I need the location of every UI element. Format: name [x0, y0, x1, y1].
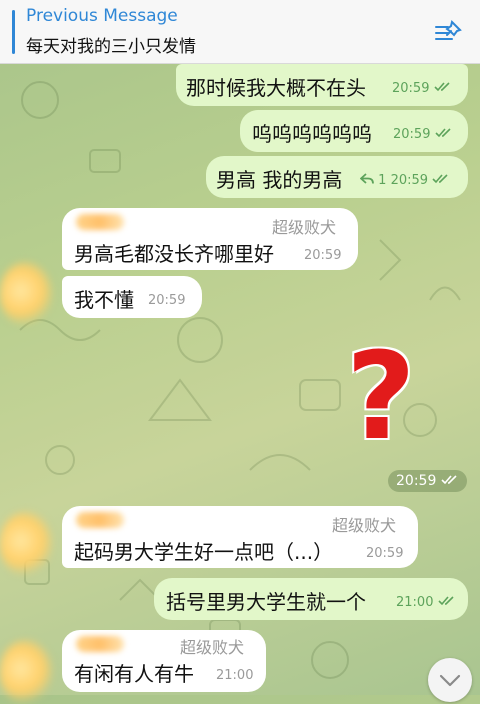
- pinned-text: 每天对我的三小只发情: [26, 37, 196, 57]
- sender-tag: 超级败犬: [332, 516, 397, 535]
- message-text: 呜呜呜呜呜呜: [252, 122, 372, 146]
- message-bubble-outgoing[interactable]: 括号里男大学生就一个 21:00: [154, 578, 468, 620]
- message-time: 21:00: [396, 595, 434, 610]
- message-text: 我不懂: [74, 288, 134, 312]
- message-meta: 1 20:59: [360, 173, 450, 188]
- chevron-down-icon: [439, 674, 461, 687]
- message-time: 20:59: [396, 473, 437, 489]
- message-meta: 20:59: [392, 81, 452, 96]
- message-text: 起码男大学生好一点吧（...）: [74, 540, 334, 564]
- message-time: 21:00: [216, 668, 254, 683]
- message-bubble-outgoing[interactable]: 那时候我大概不在头 20:59: [176, 64, 468, 106]
- double-check-icon: [441, 475, 457, 485]
- sticker-message[interactable]: ?: [340, 328, 426, 470]
- sender-tag: 超级败犬: [180, 638, 245, 657]
- sticker-time-chip: 20:59: [388, 470, 467, 492]
- sticker-question-mark: ?: [346, 328, 416, 467]
- avatar[interactable]: [0, 512, 52, 576]
- sender-tag: 超级败犬: [272, 218, 337, 237]
- double-check-icon: [434, 82, 450, 92]
- message-meta: 20:59: [393, 127, 453, 142]
- double-check-icon: [435, 128, 451, 138]
- message-text: 男高毛都没长齐哪里好: [74, 242, 274, 266]
- sender-name-blurred: [76, 512, 124, 528]
- message-bubble-incoming[interactable]: 超级败犬 男高毛都没长齐哪里好 20:59: [62, 208, 358, 270]
- message-bubble-incoming[interactable]: 超级败犬 起码男大学生好一点吧（...） 20:59: [62, 506, 418, 568]
- message-time: 20:59: [304, 248, 342, 263]
- message-time: 20:59: [366, 546, 404, 561]
- avatar[interactable]: [0, 640, 52, 704]
- message-time: 20:59: [148, 293, 186, 308]
- pinned-message-bar[interactable]: Previous Message 每天对我的三小只发情: [0, 0, 480, 64]
- message-bubble-incoming[interactable]: 我不懂 20:59: [62, 276, 202, 318]
- message-text: 那时候我大概不在头: [186, 76, 366, 100]
- message-time: 20:59: [393, 127, 431, 142]
- message-text: 有闲有人有牛: [74, 662, 194, 686]
- reply-count: 1: [378, 173, 387, 188]
- double-check-icon: [432, 174, 448, 184]
- pinned-title: Previous Message: [26, 6, 178, 26]
- sender-name-blurred: [76, 214, 124, 230]
- message-meta: 21:00: [396, 595, 456, 610]
- message-bubble-outgoing[interactable]: 呜呜呜呜呜呜 20:59: [240, 110, 468, 152]
- pinned-accent-bar: [12, 10, 15, 54]
- scroll-down-button[interactable]: [428, 658, 472, 702]
- message-time: 20:59: [392, 81, 430, 96]
- sender-name-blurred: [76, 636, 124, 652]
- avatar[interactable]: [0, 262, 52, 326]
- reply-arrow-icon[interactable]: [360, 173, 374, 184]
- double-check-icon: [438, 596, 454, 606]
- pin-list-icon[interactable]: [434, 18, 464, 46]
- message-text: 男高 我的男高: [216, 168, 343, 192]
- message-bubble-outgoing[interactable]: 男高 我的男高 1 20:59: [206, 156, 468, 198]
- message-text: 括号里男大学生就一个: [166, 590, 366, 614]
- message-bubble-incoming[interactable]: 超级败犬 有闲有人有牛 21:00: [62, 630, 266, 692]
- message-time: 20:59: [390, 173, 429, 188]
